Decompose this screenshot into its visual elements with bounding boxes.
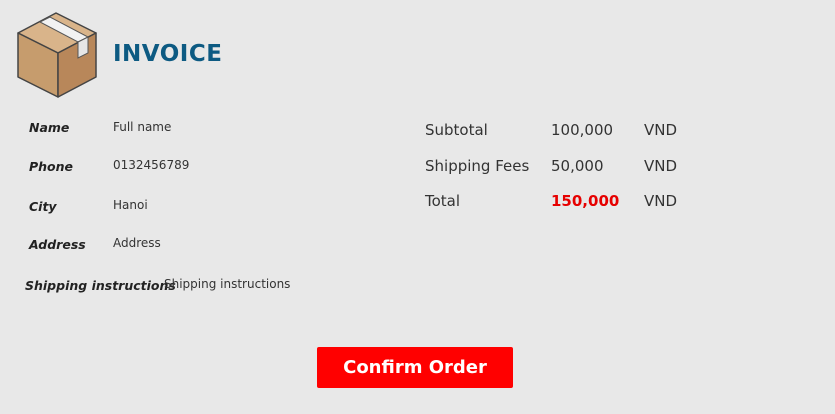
total-unit: VND bbox=[644, 192, 678, 210]
subtotal-unit: VND bbox=[644, 121, 678, 139]
total-value: 150,000 bbox=[551, 192, 620, 210]
city-value: Hanoi bbox=[113, 198, 148, 212]
shipping-instructions-label: Shipping instructions bbox=[25, 278, 176, 293]
confirm-order-button[interactable]: Confirm Order bbox=[317, 347, 513, 388]
shipping-fees-value: 50,000 bbox=[551, 157, 604, 175]
total-label: Total bbox=[425, 192, 461, 210]
shipping-instructions-value: Shipping instructions bbox=[164, 277, 291, 291]
phone-label: Phone bbox=[29, 159, 74, 174]
subtotal-label: Subtotal bbox=[425, 121, 488, 139]
shipping-fees-label: Shipping Fees bbox=[425, 157, 530, 175]
address-value: Address bbox=[113, 236, 161, 250]
subtotal-value: 100,000 bbox=[551, 121, 614, 139]
address-label: Address bbox=[29, 237, 86, 252]
package-box-icon bbox=[17, 12, 97, 98]
city-label: City bbox=[29, 199, 57, 214]
name-value: Full name bbox=[113, 120, 172, 134]
invoice-page: INVOICE Name Full name Phone 0132456789 … bbox=[0, 0, 835, 414]
shipping-fees-unit: VND bbox=[644, 157, 678, 175]
page-title: INVOICE bbox=[113, 41, 223, 67]
phone-value: 0132456789 bbox=[113, 158, 190, 172]
name-label: Name bbox=[29, 120, 70, 135]
